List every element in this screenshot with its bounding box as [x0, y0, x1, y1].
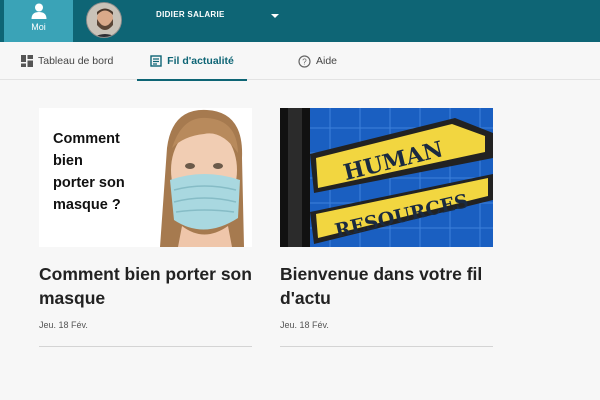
- moi-tab[interactable]: Moi: [4, 0, 73, 47]
- card-image-hr[interactable]: HUMAN RESOURCES: [280, 108, 493, 247]
- news-card[interactable]: Comment bien porter son masque ? Comment…: [39, 108, 252, 347]
- card-date: Jeu. 18 Fév.: [280, 320, 329, 330]
- card-date: Jeu. 18 Fév.: [39, 320, 88, 330]
- news-card[interactable]: HUMAN RESOURCES Bienvenue dans votre fil…: [280, 108, 493, 347]
- card-title[interactable]: Bienvenue dans votre fil d'actu: [280, 262, 493, 310]
- top-bar: Moi DIDIER SALARIE: [0, 0, 600, 47]
- moi-label: Moi: [31, 22, 46, 32]
- card-divider: [280, 346, 493, 347]
- svg-text:RESOURCES: RESOURCES: [333, 190, 471, 242]
- avatar[interactable]: [86, 2, 122, 38]
- nav-bar: Tableau de bord Fil d'actualité ? Aide: [0, 42, 600, 81]
- tab-help[interactable]: ? Aide: [298, 42, 337, 80]
- card-image-caption: Comment bien porter son masque ?: [53, 131, 125, 213]
- tab-newsfeed[interactable]: Fil d'actualité: [137, 42, 247, 81]
- tab-dashboard-label: Tableau de bord: [38, 55, 114, 67]
- card-image-mask[interactable]: Comment bien porter son masque ?: [39, 108, 252, 247]
- svg-text:?: ?: [302, 57, 307, 66]
- tab-newsfeed-label: Fil d'actualité: [167, 55, 234, 67]
- username[interactable]: DIDIER SALARIE: [156, 10, 225, 19]
- tab-help-label: Aide: [316, 55, 338, 67]
- signpost-lettering: HUMAN RESOURCES: [333, 136, 471, 242]
- avatar-photo: [87, 3, 121, 37]
- chevron-down-icon[interactable]: [270, 12, 280, 20]
- user-icon: [31, 3, 46, 19]
- active-tab-underline: [137, 79, 247, 81]
- newsfeed-icon: [150, 55, 162, 67]
- dashboard-grid-icon: [21, 55, 33, 67]
- woman-mask-illustration: [160, 109, 244, 247]
- card-divider: [39, 346, 252, 347]
- svg-text:HUMAN: HUMAN: [341, 136, 446, 186]
- tab-dashboard[interactable]: Tableau de bord: [21, 42, 113, 80]
- help-circle-icon: ?: [298, 54, 311, 68]
- card-title[interactable]: Comment bien porter son masque: [39, 262, 252, 310]
